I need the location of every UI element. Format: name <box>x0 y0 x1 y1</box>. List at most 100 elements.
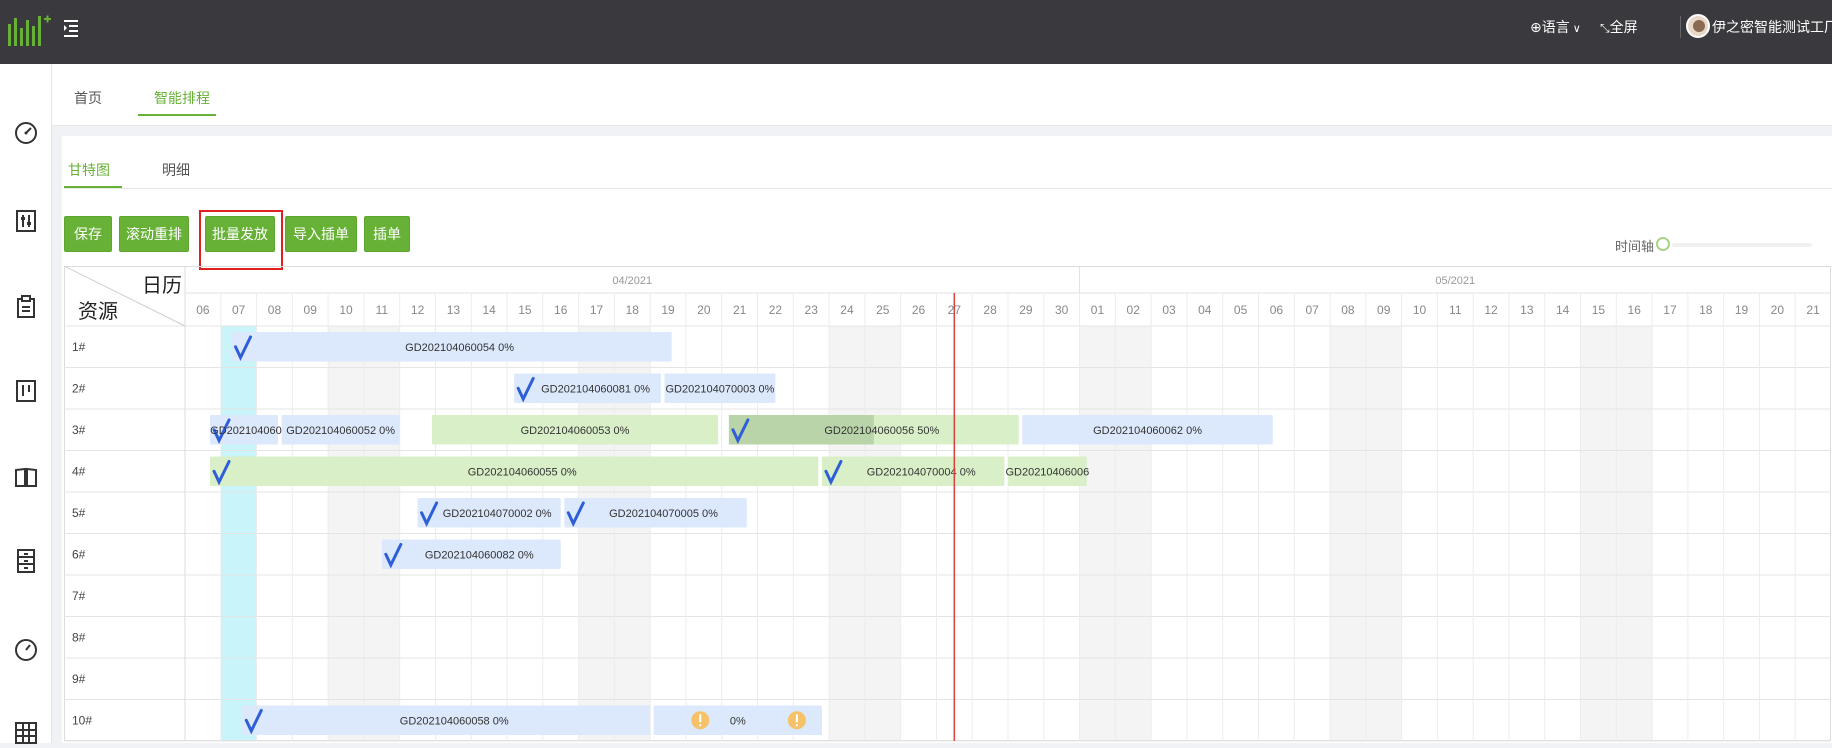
top-navigation-bar: ⊕语言 ∨ ⤡全屏 伊之密智能测试工厂 <box>0 0 1832 64</box>
day-tick-label: 25 <box>876 303 890 317</box>
day-tick-label: 29 <box>1019 303 1033 317</box>
gantt-chart: 日历资源 04/2021 05/2021 06 07 08 09 10 11 12 13 14 15 16… <box>63 265 1831 743</box>
day-tick-label: 21 <box>1806 303 1820 317</box>
gantt-bar-label: GD202104060052 0% <box>286 425 395 437</box>
resource-label[interactable]: 3# <box>72 423 86 437</box>
rolling-reschedule-button[interactable]: 滚动重排 <box>119 216 189 252</box>
sidebar <box>0 64 52 746</box>
day-tick-label: 30 <box>1055 303 1069 317</box>
subtab-divider <box>64 188 1832 189</box>
resource-label[interactable]: 10# <box>72 713 92 727</box>
warning-icon-mark <box>795 714 798 723</box>
timeline-label: 时间轴 <box>1615 239 1655 254</box>
gantt-bar-label: GD202104060058 0% <box>400 715 509 727</box>
gantt-bar-label: GD20210406005 <box>210 425 294 437</box>
resource-label[interactable]: 9# <box>72 672 86 686</box>
gantt-bar-label: GD202104070004 0% <box>867 466 976 478</box>
resource-label[interactable]: 7# <box>72 589 86 603</box>
sliders-icon[interactable] <box>13 208 39 234</box>
resource-label[interactable]: 2# <box>72 381 86 395</box>
topbar-divider <box>1680 16 1681 38</box>
fullscreen-icon: ⤡ <box>1600 21 1610 35</box>
day-tick-label: 14 <box>482 303 496 317</box>
subtab-details[interactable]: 明细 <box>162 160 190 180</box>
day-tick-label: 14 <box>1556 303 1570 317</box>
subtab-gantt-chart[interactable]: 甘特图 <box>68 160 110 180</box>
gantt-bar-label: 0% <box>730 715 746 727</box>
day-tick-label: 26 <box>912 303 926 317</box>
month-label: 05/2021 <box>1435 275 1475 287</box>
gantt-bar-label: GD202104060053 0% <box>521 425 630 437</box>
grid-table-icon[interactable] <box>13 720 39 746</box>
header-calendar-label: 日历 <box>142 275 182 297</box>
schedule-card: 甘特图 明细 保存 滚动重排 批量发放 导入插单 插单 时间轴 日历 资源 04/2… <box>62 136 1832 743</box>
gantt-bar-label: GD202104060055 0% <box>468 466 577 478</box>
day-tick-label: 24 <box>840 303 854 317</box>
save-button[interactable]: 保存 <box>64 216 112 252</box>
day-tick-label: 10 <box>1413 303 1427 317</box>
gantt-bar-label: GD202104060054 0% <box>405 342 514 354</box>
timeline-slider-handle[interactable] <box>1656 237 1670 251</box>
tab-smart-scheduling[interactable]: 智能排程 <box>154 88 210 108</box>
menu-toggle-icon[interactable] <box>64 17 80 39</box>
fullscreen-label: 全屏 <box>1609 19 1638 35</box>
user-avatar[interactable] <box>1686 14 1710 38</box>
language-selector[interactable]: ⊕语言 ∨ <box>1530 18 1581 38</box>
day-tick-label: 08 <box>1341 303 1355 317</box>
day-tick-label: 18 <box>626 303 640 317</box>
day-tick-label: 08 <box>268 303 282 317</box>
day-tick-label: 15 <box>518 303 532 317</box>
day-tick-label: 17 <box>590 303 604 317</box>
gantt-bar-label: GD202104060082 0% <box>425 549 534 561</box>
header-resource-label: 资源 <box>78 300 118 323</box>
brand-logo <box>8 15 51 46</box>
day-tick-label: 19 <box>661 303 675 317</box>
resource-label[interactable]: 4# <box>72 464 86 478</box>
day-tick-label: 16 <box>554 303 568 317</box>
day-tick-label: 11 <box>1449 303 1462 317</box>
speedometer-icon[interactable] <box>13 636 39 662</box>
kanban-board-icon[interactable] <box>13 378 39 404</box>
resource-label[interactable]: 5# <box>72 506 86 520</box>
insert-order-button[interactable]: 插单 <box>364 216 410 252</box>
day-tick-label: 23 <box>805 303 819 317</box>
gantt-bar-label: GD202104070003 0% <box>666 383 775 395</box>
main-content: 首页 智能排程 甘特图 明细 保存 滚动重排 批量发放 导入插单 插单 时间轴 … <box>52 64 1832 743</box>
resource-label[interactable]: 6# <box>72 547 86 561</box>
user-name[interactable]: 伊之密智能测试工厂 <box>1712 18 1832 36</box>
day-tick-label: 04 <box>1198 303 1212 317</box>
day-tick-label: 21 <box>733 303 747 317</box>
gantt-bar-label: GD202104070005 0% <box>609 508 718 520</box>
tab-home[interactable]: 首页 <box>74 88 102 108</box>
highlight-annotation-box <box>199 210 283 270</box>
day-tick-label: 13 <box>447 303 461 317</box>
day-tick-label: 09 <box>1377 303 1391 317</box>
resource-label[interactable]: 8# <box>72 630 86 644</box>
day-tick-label: 07 <box>232 303 246 317</box>
active-tab-underline <box>138 114 216 116</box>
timeline-slider-track[interactable] <box>1672 243 1812 247</box>
day-tick-label: 28 <box>983 303 997 317</box>
day-tick-label: 13 <box>1520 303 1534 317</box>
book-icon[interactable] <box>13 464 39 490</box>
month-label: 04/2021 <box>612 275 652 287</box>
resource-label[interactable]: 1# <box>72 340 86 354</box>
fullscreen-button[interactable]: ⤡全屏 <box>1600 18 1638 37</box>
import-insert-order-button[interactable]: 导入插单 <box>285 216 357 252</box>
day-tick-label: 12 <box>411 303 425 317</box>
day-tick-label: 10 <box>339 303 353 317</box>
clipboard-icon[interactable] <box>13 294 39 320</box>
day-tick-label: 15 <box>1592 303 1606 317</box>
day-tick-label: 22 <box>769 303 783 317</box>
cabinet-icon[interactable] <box>13 548 39 574</box>
chevron-down-icon: ∨ <box>1569 23 1581 35</box>
day-tick-label: 11 <box>376 303 389 317</box>
day-tick-label: 06 <box>1270 303 1284 317</box>
warning-icon-dot <box>795 724 798 727</box>
gantt-bar-label: GD20210406006 <box>1005 466 1089 478</box>
day-tick-label: 02 <box>1127 303 1141 317</box>
day-tick-label: 20 <box>1771 303 1785 317</box>
dashboard-gauge-icon[interactable] <box>13 120 39 146</box>
day-tick-label: 18 <box>1699 303 1713 317</box>
gantt-bar-label: GD202104070002 0% <box>443 508 552 520</box>
